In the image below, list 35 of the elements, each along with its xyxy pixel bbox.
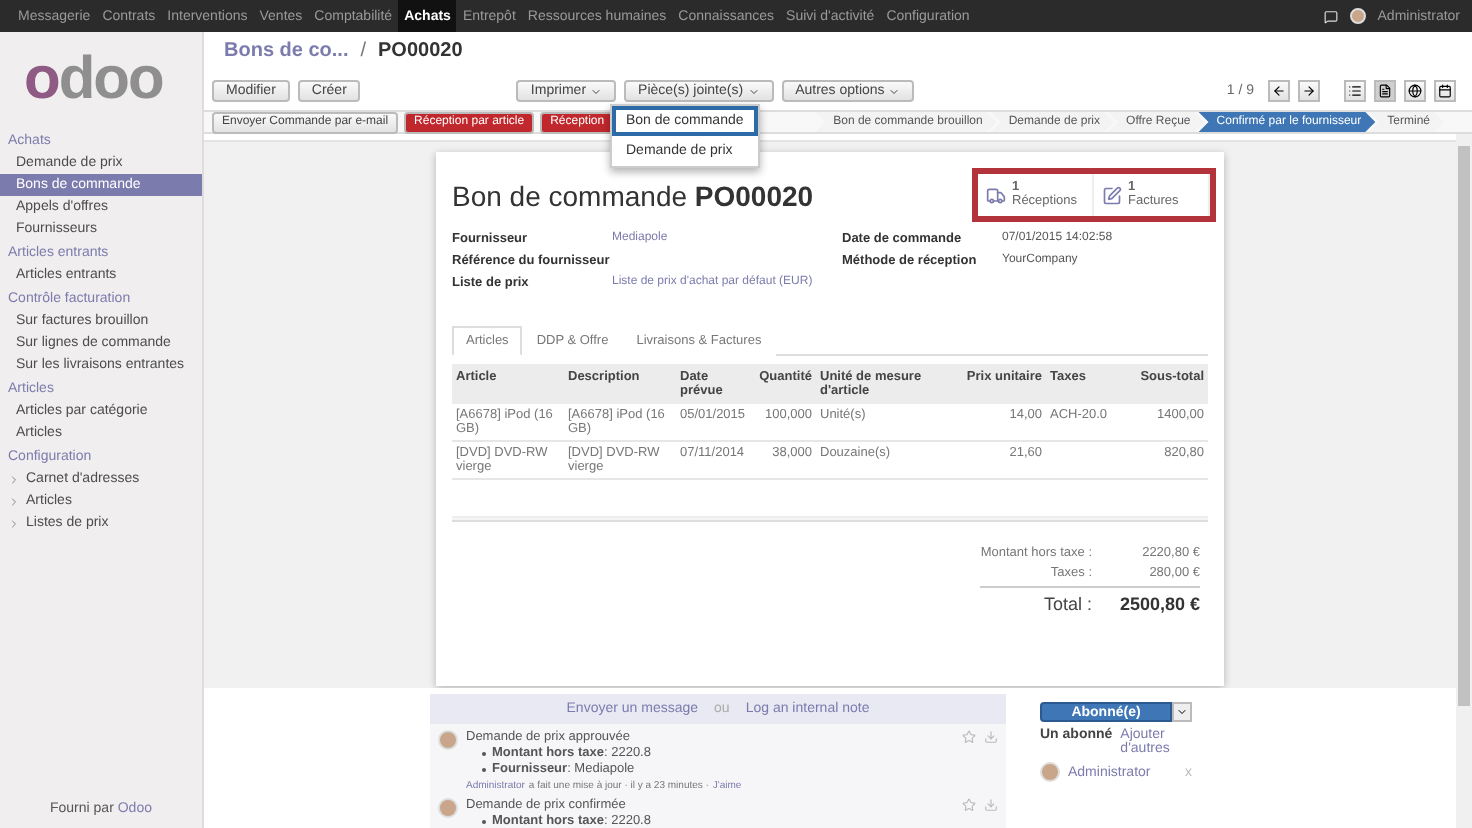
caret-icon	[888, 85, 901, 97]
view-switch-button[interactable]	[1344, 80, 1366, 102]
view-switch-button[interactable]	[1434, 80, 1456, 102]
breadcrumb-link[interactable]: Bons de co...	[224, 40, 349, 62]
caret-icon	[590, 85, 603, 97]
avatar-icon	[1349, 8, 1366, 24]
grand-total-label: Total :	[1041, 594, 1092, 614]
pencil-square-icon	[1102, 185, 1122, 205]
avatar-icon	[438, 730, 458, 750]
list-icon	[1348, 84, 1362, 98]
calendar-icon	[1438, 84, 1452, 98]
chat-icon[interactable]	[1323, 9, 1338, 23]
avatar-icon	[438, 798, 458, 818]
view-switch-button[interactable]	[1374, 80, 1396, 102]
form-title: Bon de commande	[452, 180, 690, 212]
follow-menu-button[interactable]	[1172, 702, 1192, 722]
star-icon[interactable]	[962, 730, 976, 744]
order-number: PO00020	[694, 180, 814, 212]
next-button[interactable]	[1298, 80, 1320, 102]
grand-total-value: 2500,80 €	[1117, 594, 1200, 614]
arrow-left-icon	[1272, 84, 1286, 98]
caret-icon	[747, 85, 760, 97]
breadcrumb-current: PO00020	[378, 40, 463, 62]
logo[interactable]: odoo	[0, 32, 202, 128]
truck-icon	[986, 185, 1006, 205]
breadcrumb-separator: /	[360, 40, 367, 62]
scrollbar[interactable]	[1456, 134, 1472, 828]
avatar-icon	[1040, 762, 1060, 782]
map-icon	[1408, 84, 1422, 98]
previous-button[interactable]	[1268, 80, 1290, 102]
view-switch-button[interactable]	[1404, 80, 1426, 102]
form-icon	[1378, 84, 1392, 98]
star-icon[interactable]	[962, 798, 976, 812]
caret-icon	[1176, 706, 1188, 718]
arrow-right-icon	[1302, 84, 1316, 98]
